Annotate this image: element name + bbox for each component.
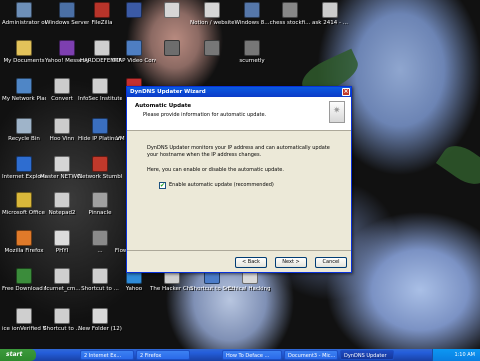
desktop-icon-label: IMAP Video Converter [112, 58, 156, 64]
app-icon [54, 268, 70, 284]
app-icon [54, 230, 70, 246]
app-icon [282, 2, 298, 18]
wallpaper-leaf [435, 138, 480, 192]
desktop-icon-label: Notion / website [190, 20, 234, 26]
app-icon [92, 192, 108, 208]
next-button[interactable]: Next > [275, 257, 307, 268]
desktop-icon-label: Administrator on BRAIN8BV [2, 20, 46, 26]
desktop-icon[interactable]: New Folder (12) [78, 308, 122, 333]
app-icon [204, 40, 220, 56]
app-icon [59, 40, 75, 56]
app-icon [92, 230, 108, 246]
close-icon[interactable]: × [342, 88, 350, 96]
clock[interactable]: 1:10 AM [454, 352, 475, 358]
taskbar-button-active[interactable]: DynDNS Updater [340, 350, 394, 360]
desktop-icon-label: Ethical Hacking Detailed Slid... [228, 286, 272, 292]
app-icon [16, 308, 32, 324]
app-icon [244, 40, 260, 56]
desktop-icon[interactable]: ask 2414 - ... [308, 2, 352, 27]
wizard-step-title: Automatic Update [135, 103, 192, 109]
app-icon [16, 40, 32, 56]
desktop-icon-label: New Folder (12) [78, 326, 122, 332]
app-icon [126, 40, 142, 56]
app-icon [126, 2, 142, 18]
desktop-icon[interactable]: Administrator on BRAIN8BV [2, 2, 46, 27]
wizard-logo-icon [329, 101, 345, 123]
app-icon [92, 78, 108, 94]
app-icon [16, 192, 32, 208]
app-icon [244, 2, 260, 18]
app-icon [59, 2, 75, 18]
desktop-icon-label: FileZilla [91, 20, 113, 26]
dyndns-wizard-dialog: DynDNS Updater Wizard × Automatic Update… [126, 86, 352, 273]
dialog-title: DynDNS Updater Wizard [130, 89, 206, 95]
app-icon [322, 2, 338, 18]
taskbar-button[interactable]: How To Deface ... [222, 350, 282, 360]
taskbar: start 2 Internet Ex... 2 Firefox How To … [0, 349, 480, 361]
app-icon [92, 156, 108, 172]
app-icon [16, 230, 32, 246]
desktop-icon-label: The Hacker Channel [150, 286, 194, 292]
app-icon [92, 308, 108, 324]
wizard-footer: < Back Next > Cancel [127, 250, 351, 272]
auto-update-checkbox[interactable]: ✔ [159, 182, 166, 189]
app-icon [54, 192, 70, 208]
app-icon [16, 118, 32, 134]
desktop-icon[interactable] [190, 40, 234, 58]
app-icon [16, 78, 32, 94]
app-icon [54, 308, 70, 324]
app-icon [92, 118, 108, 134]
wizard-header: Automatic Update Please provide informat… [127, 97, 351, 131]
desktop-icon[interactable]: chess stockfi... [268, 2, 312, 27]
app-icon [92, 268, 108, 284]
app-icon [94, 40, 110, 56]
taskbar-button[interactable]: 2 Internet Ex... [80, 350, 134, 360]
desktop-icon-label: My Documents [3, 58, 45, 64]
taskbar-button[interactable]: Document3 - Mic... [284, 350, 338, 360]
cancel-button[interactable]: Cancel [315, 257, 347, 268]
desktop-icon-label: ask 2414 - ... [312, 20, 348, 26]
wizard-description: DynDNS Updater monitors your IP address … [147, 145, 330, 158]
auto-update-option[interactable]: ✔ Enable automatic update (recommended) [159, 182, 333, 189]
app-icon [164, 40, 180, 56]
desktop-icon-label: chess stockfi... [269, 20, 311, 26]
app-icon [16, 156, 32, 172]
app-icon [164, 2, 180, 18]
wizard-body: DynDNS Updater monitors your IP address … [127, 131, 351, 189]
app-icon [54, 78, 70, 94]
app-icon [204, 2, 220, 18]
desktop-icon[interactable] [150, 2, 194, 20]
desktop-icon-label: InfoSec Institute Hack... [78, 96, 122, 102]
app-icon [54, 156, 70, 172]
app-icon [54, 118, 70, 134]
wizard-instruction: Here, you can enable or disable the auto… [147, 167, 284, 173]
system-tray: 1:10 AM [432, 349, 480, 361]
app-icon [94, 2, 110, 18]
auto-update-label: Enable automatic update (recommended) [169, 182, 274, 188]
dialog-titlebar[interactable]: DynDNS Updater Wizard × [127, 87, 351, 97]
taskbar-button[interactable]: 2 Firefox [136, 350, 190, 360]
start-button[interactable]: start [0, 349, 36, 361]
desktop-icon-label: scurnetly [239, 58, 265, 64]
desktop-icon[interactable]: Notion / website [190, 2, 234, 27]
wizard-step-subtitle: Please provide information for automatic… [143, 112, 267, 118]
desktop-icon[interactable]: scurnetly [230, 40, 274, 65]
app-icon [16, 2, 32, 18]
app-icon [16, 268, 32, 284]
back-button[interactable]: < Back [235, 257, 267, 268]
desktop-icon[interactable] [150, 40, 194, 58]
desktop-icon[interactable]: My Documents [2, 40, 46, 65]
